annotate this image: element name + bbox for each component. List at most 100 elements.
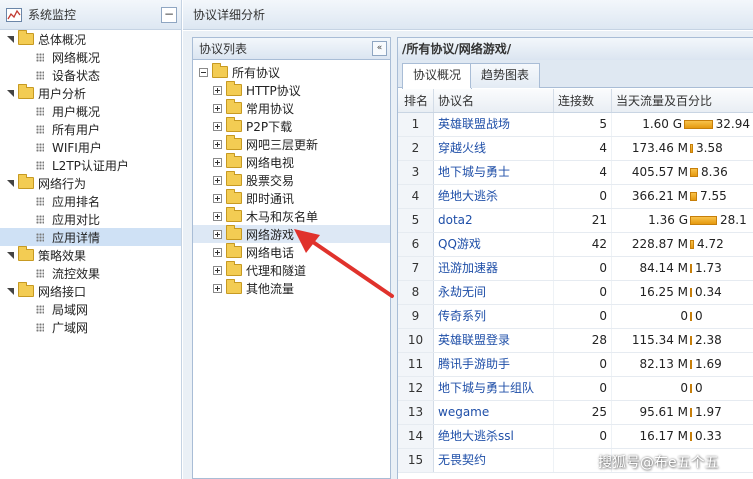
expand-triangle-icon[interactable] bbox=[6, 34, 16, 44]
nav-group-2[interactable]: 网络行为 bbox=[0, 174, 181, 192]
expand-triangle-icon[interactable] bbox=[6, 250, 16, 260]
expand-plus-icon[interactable] bbox=[213, 193, 222, 203]
protocol-list-collapse-button[interactable]: « bbox=[372, 41, 387, 56]
tab-protocol-overview[interactable]: 协议概况 bbox=[402, 63, 473, 89]
traffic-value: 228.87 M bbox=[631, 237, 688, 251]
table-row[interactable]: 13 wegame 25 95.61 M 1.97 bbox=[398, 401, 753, 425]
nav-item-2-0[interactable]: 应用排名 bbox=[0, 192, 181, 210]
table-row[interactable]: 1 英雄联盟战场 5 1.60 G 32.94 bbox=[398, 113, 753, 137]
table-row[interactable]: 10 英雄联盟登录 28 115.34 M 2.38 bbox=[398, 329, 753, 353]
table-row[interactable]: 7 迅游加速器 0 84.14 M 1.73 bbox=[398, 257, 753, 281]
nav-item-1-2[interactable]: WIFI用户 bbox=[0, 138, 181, 156]
table-row[interactable]: 5 dota2 21 1.36 G 28.1 bbox=[398, 209, 753, 233]
percentage-bar bbox=[690, 264, 692, 273]
table-row[interactable]: 6 QQ游戏 42 228.87 M 4.72 bbox=[398, 233, 753, 257]
protocol-name-link[interactable]: 迅游加速器 bbox=[434, 257, 554, 280]
column-rank[interactable]: 排名 bbox=[398, 89, 434, 112]
protocol-item-0[interactable]: HTTP协议 bbox=[193, 81, 390, 99]
column-traffic[interactable]: 当天流量及百分比 bbox=[612, 89, 753, 112]
nav-group-4[interactable]: 网络接口 bbox=[0, 282, 181, 300]
protocol-name-link[interactable]: dota2 bbox=[434, 209, 554, 232]
percentage-value: 1.97 bbox=[695, 405, 722, 419]
nav-item-2-2[interactable]: 应用详情 bbox=[0, 228, 181, 246]
nav-group-0[interactable]: 总体概况 bbox=[0, 30, 181, 48]
percentage-bar bbox=[690, 216, 717, 225]
nav-item-4-0[interactable]: 局域网 bbox=[0, 300, 181, 318]
nav-group-1[interactable]: 用户分析 bbox=[0, 84, 181, 102]
expand-plus-icon[interactable] bbox=[213, 283, 222, 293]
protocol-item-7[interactable]: 木马和灰名单 bbox=[193, 207, 390, 225]
table-row[interactable]: 11 腾讯手游助手 0 82.13 M 1.69 bbox=[398, 353, 753, 377]
expand-plus-icon[interactable] bbox=[213, 175, 222, 185]
expand-plus-icon[interactable] bbox=[213, 229, 222, 239]
protocol-name-link[interactable]: 地下城与勇士 bbox=[434, 161, 554, 184]
protocol-name-link[interactable]: 地下城与勇士组队 bbox=[434, 377, 554, 400]
protocol-root[interactable]: 所有协议 bbox=[193, 63, 390, 81]
expand-plus-icon[interactable] bbox=[213, 121, 222, 131]
expand-plus-icon[interactable] bbox=[213, 157, 222, 167]
table-body: 1 英雄联盟战场 5 1.60 G 32.94 2 穿越火线 4 173.46 M 3.58 3 地下… bbox=[398, 113, 753, 473]
percentage-bar bbox=[684, 120, 713, 129]
nav-item-label: 流控效果 bbox=[52, 266, 101, 281]
traffic-value: 405.57 M bbox=[631, 165, 688, 179]
expand-plus-icon[interactable] bbox=[213, 211, 222, 221]
folder-icon bbox=[226, 117, 242, 132]
nav-item-label: 广域网 bbox=[52, 320, 89, 335]
protocol-name-link[interactable]: QQ游戏 bbox=[434, 233, 554, 256]
nav-item-1-3[interactable]: L2TP认证用户 bbox=[0, 156, 181, 174]
protocol-name-link[interactable]: 绝地大逃杀 bbox=[434, 185, 554, 208]
traffic-cell: 84.14 M 1.73 bbox=[612, 257, 753, 280]
nav-group-3[interactable]: 策略效果 bbox=[0, 246, 181, 264]
protocol-item-2[interactable]: P2P下载 bbox=[193, 117, 390, 135]
folder-icon bbox=[212, 63, 228, 78]
expand-triangle-icon[interactable] bbox=[6, 286, 16, 296]
protocol-item-3[interactable]: 网吧三层更新 bbox=[193, 135, 390, 153]
protocol-name-link[interactable]: 穿越火线 bbox=[434, 137, 554, 160]
nav-item-1-1[interactable]: 所有用户 bbox=[0, 120, 181, 138]
column-name[interactable]: 协议名 bbox=[434, 89, 554, 112]
nav-item-0-1[interactable]: 设备状态 bbox=[0, 66, 181, 84]
traffic-cell: 1.60 G 32.94 bbox=[612, 113, 753, 136]
protocol-name-link[interactable]: 腾讯手游助手 bbox=[434, 353, 554, 376]
table-row[interactable]: 2 穿越火线 4 173.46 M 3.58 bbox=[398, 137, 753, 161]
expand-triangle-icon[interactable] bbox=[6, 178, 16, 188]
nav-item-0-0[interactable]: 网络概况 bbox=[0, 48, 181, 66]
nav-collapse-button[interactable]: − bbox=[161, 7, 177, 23]
protocol-name-link[interactable]: 英雄联盟战场 bbox=[434, 113, 554, 136]
protocol-name-link[interactable]: 绝地大逃杀ssl bbox=[434, 425, 554, 448]
page-title: 协议详细分析 bbox=[183, 0, 753, 30]
table-row[interactable]: 12 地下城与勇士组队 0 0 0 bbox=[398, 377, 753, 401]
expand-triangle-icon[interactable] bbox=[6, 88, 16, 98]
protocol-name-link[interactable]: 无畏契约 bbox=[434, 449, 554, 472]
tab-trend-chart[interactable]: 趋势图表 bbox=[470, 63, 541, 88]
protocol-item-4[interactable]: 网络电视 bbox=[193, 153, 390, 171]
table-row[interactable]: 9 传奇系列 0 0 0 bbox=[398, 305, 753, 329]
expand-plus-icon[interactable] bbox=[213, 85, 222, 95]
expand-plus-icon[interactable] bbox=[213, 139, 222, 149]
traffic-cell: 1.36 G 28.1 bbox=[612, 209, 753, 232]
expand-plus-icon[interactable] bbox=[213, 247, 222, 257]
expand-plus-icon[interactable] bbox=[213, 103, 222, 113]
nav-item-1-0[interactable]: 用户概况 bbox=[0, 102, 181, 120]
protocol-item-5[interactable]: 股票交易 bbox=[193, 171, 390, 189]
collapse-toggle-icon[interactable] bbox=[199, 67, 208, 77]
protocol-name-link[interactable]: 英雄联盟登录 bbox=[434, 329, 554, 352]
protocol-name-link[interactable]: 永劫无间 bbox=[434, 281, 554, 304]
protocol-name-link[interactable]: wegame bbox=[434, 401, 554, 424]
table-row[interactable]: 8 永劫无间 0 16.25 M 0.34 bbox=[398, 281, 753, 305]
protocol-item-1[interactable]: 常用协议 bbox=[193, 99, 390, 117]
table-row[interactable]: 14 绝地大逃杀ssl 0 16.17 M 0.33 bbox=[398, 425, 753, 449]
folder-icon bbox=[226, 261, 242, 276]
nav-item-2-1[interactable]: 应用对比 bbox=[0, 210, 181, 228]
nav-item-4-1[interactable]: 广域网 bbox=[0, 318, 181, 336]
protocol-item-6[interactable]: 即时通讯 bbox=[193, 189, 390, 207]
traffic-value: 0 bbox=[680, 309, 688, 323]
percentage-bar bbox=[690, 408, 692, 417]
column-connections[interactable]: 连接数 bbox=[554, 89, 612, 112]
connections-cell: 28 bbox=[554, 329, 612, 352]
expand-plus-icon[interactable] bbox=[213, 265, 222, 275]
nav-item-3-0[interactable]: 流控效果 bbox=[0, 264, 181, 282]
table-row[interactable]: 4 绝地大逃杀 0 366.21 M 7.55 bbox=[398, 185, 753, 209]
table-row[interactable]: 3 地下城与勇士 4 405.57 M 8.36 bbox=[398, 161, 753, 185]
protocol-name-link[interactable]: 传奇系列 bbox=[434, 305, 554, 328]
